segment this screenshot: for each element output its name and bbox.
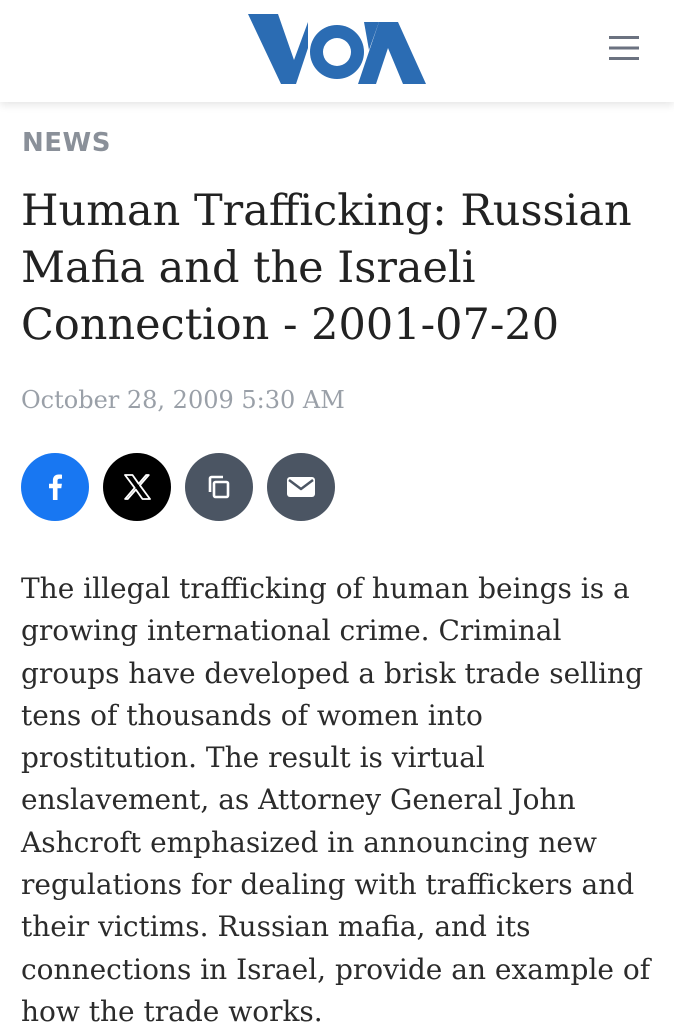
email-share-button[interactable]	[267, 453, 335, 521]
menu-button[interactable]	[600, 30, 648, 66]
facebook-share-button[interactable]	[21, 453, 89, 521]
article-title: Human Trafficking: Russian Mafia and the…	[21, 186, 632, 350]
article-body: The illegal trafficking of human beings …	[21, 572, 651, 1028]
facebook-icon	[49, 474, 62, 500]
article-date: October 28, 2009 5:30 AM	[21, 386, 345, 414]
voa-logo-icon	[248, 14, 426, 84]
mail-icon	[287, 477, 315, 497]
voa-logo[interactable]	[248, 14, 426, 86]
x-icon	[124, 474, 151, 500]
category-link[interactable]: NEWS	[22, 128, 111, 158]
x-share-button[interactable]	[103, 453, 171, 521]
hamburger-icon	[609, 36, 639, 60]
site-header	[0, 0, 674, 102]
copy-link-button[interactable]	[185, 453, 253, 521]
share-bar	[21, 453, 335, 521]
copy-icon	[208, 475, 230, 499]
